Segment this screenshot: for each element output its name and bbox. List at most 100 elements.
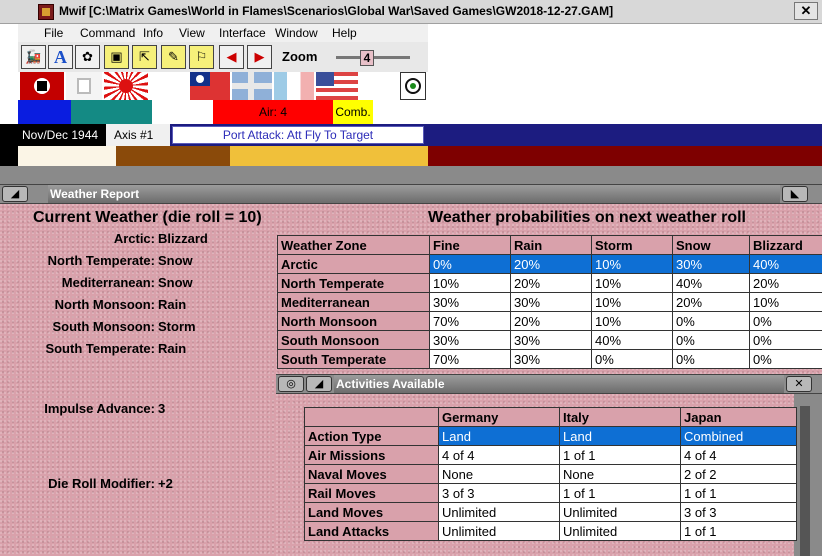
table-header-row: Weather Zone Fine Rain Storm Snow Blizza… <box>277 235 822 255</box>
target-icon[interactable] <box>400 72 426 100</box>
column-header <box>304 407 439 427</box>
pin-icon[interactable]: ◎ <box>278 376 304 392</box>
commonwealth-flag-icon[interactable] <box>232 72 272 100</box>
table-cell: 2 of 2 <box>680 464 797 484</box>
menu-view[interactable]: View <box>179 26 205 40</box>
menu-file[interactable]: File <box>44 26 63 40</box>
table-cell: Unlimited <box>438 521 560 541</box>
table-cell: 20% <box>749 273 822 293</box>
menu-command[interactable]: Command <box>80 26 135 40</box>
table-row[interactable]: North Monsoon 70% 20% 10% 0% 0% <box>277 311 822 331</box>
flag-row <box>18 72 428 100</box>
table-row[interactable]: Arctic 0% 20% 10% 30% 40% <box>277 254 822 274</box>
table-header-row: Germany Italy Japan <box>304 407 797 427</box>
usa-flag-icon[interactable] <box>316 72 358 100</box>
collapse-icon[interactable]: ◢ <box>306 376 332 392</box>
japan-flag-icon[interactable] <box>104 72 148 100</box>
italy-flag-icon[interactable] <box>66 72 102 100</box>
germany-flag-icon[interactable] <box>20 72 64 100</box>
table-cell: 1 of 1 <box>559 445 681 465</box>
table-row[interactable]: Air Missions 4 of 4 1 of 1 4 of 4 <box>304 445 797 465</box>
table-cell: 0% <box>672 330 750 350</box>
close-icon[interactable]: ◣ <box>782 186 808 202</box>
column-header: Snow <box>672 235 750 255</box>
table-row[interactable]: Rail Moves 3 of 3 1 of 1 1 of 1 <box>304 483 797 503</box>
table-cell: 10% <box>591 311 673 331</box>
flag-gap <box>150 72 188 100</box>
column-header: Japan <box>680 407 797 427</box>
teal-block <box>71 100 152 124</box>
close-icon[interactable]: ✕ <box>786 376 812 392</box>
table-row[interactable]: Action Type Land Land Combined <box>304 426 797 446</box>
china-flag-icon[interactable] <box>190 72 230 100</box>
table-row[interactable]: South Monsoon 30% 30% 40% 0% 0% <box>277 330 822 350</box>
menu-window[interactable]: Window <box>275 26 318 40</box>
axis-label: Axis #1 <box>106 124 170 146</box>
table-row[interactable]: Naval Moves None None 2 of 2 <box>304 464 797 484</box>
gear-icon[interactable]: ✿ <box>75 45 100 69</box>
band-maroon <box>428 146 822 166</box>
window-title: Mwif [C:\Matrix Games\World in Flames\Sc… <box>59 4 614 18</box>
table-cell: 0% <box>672 349 750 369</box>
wand-icon[interactable]: ✎ <box>161 45 186 69</box>
table-cell: 0% <box>429 254 511 274</box>
select-icon[interactable]: ▣ <box>104 45 129 69</box>
band-yellow <box>230 146 428 166</box>
comb-box: Comb. <box>333 100 373 124</box>
row-header: Arctic <box>277 254 430 274</box>
title-bar: Mwif [C:\Matrix Games\World in Flames\Sc… <box>0 0 822 24</box>
zone-value: Storm <box>158 319 196 334</box>
table-row[interactable]: South Temperate 70% 30% 0% 0% 0% <box>277 349 822 369</box>
table-cell: 0% <box>749 311 822 331</box>
table-row[interactable]: Land Attacks Unlimited Unlimited 1 of 1 <box>304 521 797 541</box>
band-brown <box>116 146 230 166</box>
table-cell: 30% <box>429 292 511 312</box>
scrollbar-thumb[interactable] <box>800 406 810 556</box>
flag-icon[interactable]: ⚐ <box>189 45 214 69</box>
text-icon[interactable]: A <box>48 45 73 69</box>
color-bands <box>0 146 822 166</box>
collapse-icon[interactable]: ◢ <box>2 186 28 202</box>
table-row[interactable]: Mediterranean 30% 30% 10% 20% 10% <box>277 292 822 312</box>
row-header: North Temperate <box>277 273 430 293</box>
current-weather-row: Mediterranean: Snow <box>0 275 280 297</box>
table-row[interactable]: North Temperate 10% 20% 10% 40% 20% <box>277 273 822 293</box>
cursor-icon[interactable]: ⇱ <box>132 45 157 69</box>
zone-label: North Monsoon: <box>54 297 155 312</box>
air-box: Air: 4 <box>213 100 333 124</box>
impulse-advance-label: Impulse Advance: <box>44 401 155 416</box>
gray-band <box>0 166 822 184</box>
column-header: Blizzard <box>749 235 822 255</box>
activities-title: Activities Available <box>336 377 445 391</box>
arrow-left-icon[interactable]: ◀ <box>219 45 244 69</box>
activities-titlebar: ◎ ◢ Activities Available ✕ <box>276 374 822 394</box>
row-header: Land Attacks <box>304 521 439 541</box>
zoom-slider-thumb[interactable]: 4 <box>360 50 374 66</box>
table-cell: 3 of 3 <box>438 483 560 503</box>
menu-info[interactable]: Info <box>143 26 163 40</box>
die-roll-modifier-label: Die Roll Modifier: <box>48 476 155 491</box>
train-icon[interactable]: 🚂 <box>21 45 46 69</box>
table-cell: 40% <box>749 254 822 274</box>
current-weather-row: North Temperate: Snow <box>0 253 280 275</box>
close-button[interactable]: ✕ <box>794 2 818 20</box>
table-cell: 10% <box>591 273 673 293</box>
app-window: Mwif [C:\Matrix Games\World in Flames\Sc… <box>0 0 822 556</box>
impulse-advance-value: 3 <box>158 401 166 416</box>
zone-label: South Temperate: <box>45 341 155 356</box>
zone-value: Snow <box>158 275 193 290</box>
scrollbar[interactable] <box>794 394 822 556</box>
menu-interface[interactable]: Interface <box>219 26 266 40</box>
arrow-right-icon[interactable]: ▶ <box>247 45 272 69</box>
table-cell: Combined <box>680 426 797 446</box>
menu-help[interactable]: Help <box>332 26 357 40</box>
table-cell: 4 of 4 <box>438 445 560 465</box>
activities-table: Germany Italy Japan Action Type Land Lan… <box>304 407 797 541</box>
table-cell: 30% <box>429 330 511 350</box>
row-header: South Temperate <box>277 349 430 369</box>
table-cell: 40% <box>591 330 673 350</box>
table-cell: 4 of 4 <box>680 445 797 465</box>
france-flag-icon[interactable] <box>274 72 314 100</box>
table-row[interactable]: Land Moves Unlimited Unlimited 3 of 3 <box>304 502 797 522</box>
current-weather-header: Current Weather (die roll = 10) <box>33 209 262 226</box>
